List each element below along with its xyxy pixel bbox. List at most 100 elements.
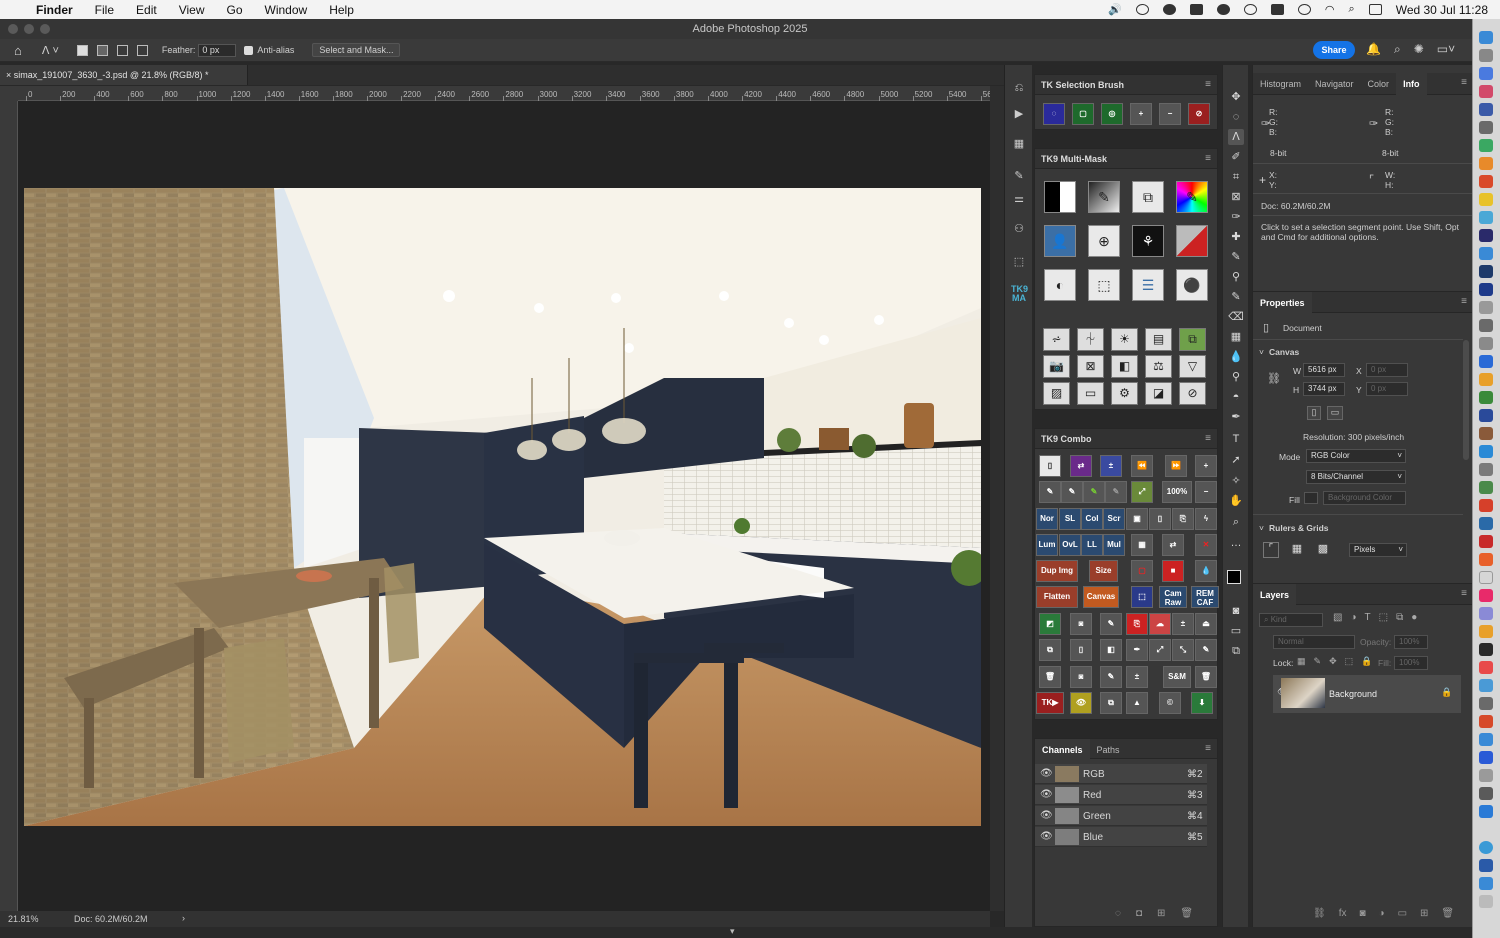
mask-brightness-button[interactable]: ☀ (1111, 328, 1138, 351)
mode-select[interactable]: RGB Color ˅ (1306, 449, 1406, 463)
app-dock-icon-19[interactable] (1479, 535, 1493, 548)
tk-subtract-selection-button[interactable]: − (1159, 103, 1181, 125)
menu-help[interactable]: Help (329, 3, 354, 17)
combo-plusminus2-button[interactable]: ± (1172, 613, 1194, 635)
mask-spheres-button[interactable]: ⚫ (1176, 269, 1208, 301)
combo-adjust-button[interactable]: ▣ (1126, 508, 1148, 530)
new-layer-icon[interactable]: ⊞ (1420, 908, 1428, 919)
menu-file[interactable]: File (95, 3, 114, 17)
delete-layer-icon[interactable]: 🗑 (1441, 908, 1454, 919)
document-tab[interactable]: × simax_191007_3630_-3.psd @ 21.8% (RGB/… (0, 65, 248, 85)
combo-expand2-button[interactable]: ⤢ (1149, 639, 1171, 661)
app-dock-icon-26[interactable] (1479, 661, 1493, 674)
combo-delete-button[interactable]: ✕ (1195, 534, 1217, 556)
mask-person-button[interactable]: 👤 (1044, 225, 1076, 257)
combo-flatten-button[interactable]: Flatten (1036, 586, 1078, 608)
app-dock-icon-23[interactable] (1479, 607, 1493, 620)
canvas-scrollbar[interactable] (990, 86, 1004, 911)
combo-canvas-button[interactable]: Canvas (1083, 586, 1119, 608)
tab-properties[interactable]: Properties (1253, 292, 1312, 314)
rulers-chevron-icon[interactable]: ˅ (1259, 523, 1264, 533)
intersect-selection-icon[interactable] (136, 44, 148, 56)
canvas-x-input[interactable]: 0 px (1366, 363, 1408, 377)
app-dock-icon-9[interactable] (1479, 355, 1493, 368)
app-dock-icon-20[interactable] (1479, 553, 1493, 566)
portrait-orientation-icon[interactable]: ▯ (1307, 406, 1321, 420)
mask-color-button[interactable]: ✎ (1176, 181, 1208, 213)
combo-brush-green-button[interactable]: ✎ (1083, 481, 1105, 503)
mask-frame-button[interactable]: ⊠ (1077, 355, 1104, 378)
channel-row[interactable]: 👁 RGB ⌘2 (1035, 764, 1207, 784)
layer-style-icon[interactable]: fx (1339, 908, 1347, 919)
lock-position-icon[interactable]: ✥ (1329, 656, 1337, 667)
messages-dock-icon[interactable] (1479, 139, 1493, 152)
close-tab-icon[interactable]: × (6, 70, 11, 80)
combo-swap-button[interactable]: ⇄ (1070, 455, 1092, 477)
filter-smart-icon[interactable]: ⧉ (1396, 612, 1403, 623)
combo-cam-raw-button[interactable]: Cam Raw (1159, 586, 1187, 608)
mask-balance-button[interactable]: ⚖ (1145, 355, 1172, 378)
app-dock-icon-4[interactable] (1479, 229, 1493, 242)
blur-tool-icon[interactable]: 💧 (1228, 349, 1244, 365)
app-dock-icon-21[interactable] (1479, 571, 1493, 584)
canvas-y-input[interactable]: 0 px (1366, 382, 1408, 396)
visibility-eye-icon[interactable]: 👁 (1040, 789, 1053, 800)
lock-artboard-icon[interactable]: ⬚ (1345, 656, 1354, 667)
mask-tulip-button[interactable]: ⚘ (1132, 225, 1164, 257)
combo-minus-button[interactable]: − (1195, 481, 1217, 503)
combo-triangle-button[interactable]: ▲ (1126, 692, 1148, 714)
save-selection-icon[interactable]: ◘ (1136, 908, 1142, 919)
combo-arrows-button[interactable]: ⇄ (1162, 534, 1184, 556)
antialias-checkbox[interactable] (244, 45, 254, 55)
grid-toggle-icon[interactable]: ▦ (1289, 542, 1305, 558)
landscape-orientation-icon[interactable]: ▭ (1327, 406, 1343, 420)
app-dock-icon-1[interactable] (1479, 121, 1493, 134)
combo-rem-caf-button[interactable]: REM CAF (1191, 586, 1219, 608)
tab-histogram[interactable]: Histogram (1253, 73, 1308, 95)
filter-shape-icon[interactable]: ⬚ (1379, 612, 1388, 623)
lightroom-dock-icon[interactable] (1479, 265, 1493, 278)
combo-trash2-button[interactable]: 🗑 (1195, 666, 1217, 688)
panel-menu-icon[interactable]: ≡ (1205, 739, 1211, 759)
app-dock-icon-16[interactable] (1479, 481, 1493, 494)
mask-split-button[interactable] (1176, 225, 1208, 257)
combo-softlight-button[interactable]: SL (1059, 508, 1081, 530)
window-minimize-button[interactable] (24, 24, 34, 34)
lock-pixels-icon[interactable]: ✎ (1314, 656, 1322, 667)
app-dock-icon-5[interactable] (1479, 247, 1493, 260)
ruler-toggle-icon[interactable]: ⌜ (1263, 542, 1279, 558)
combo-rewind-button[interactable]: ⏪ (1131, 455, 1153, 477)
app-dock-icon-15[interactable] (1479, 463, 1493, 476)
combo-size-button[interactable]: Size (1089, 560, 1118, 582)
shape-tool-icon[interactable]: ✧ (1228, 473, 1244, 489)
app-dock-icon-22[interactable] (1479, 589, 1493, 602)
tab-layers[interactable]: Layers (1253, 584, 1297, 606)
eraser-tool-icon[interactable]: ⌫ (1228, 309, 1244, 325)
app-dock-icon-29[interactable] (1479, 715, 1493, 728)
mail-dock-icon[interactable] (1479, 103, 1493, 116)
menubar-app-icon[interactable] (1189, 4, 1203, 15)
app-dock-icon-3[interactable] (1479, 211, 1493, 224)
move-tool-icon[interactable]: ✥ (1228, 89, 1244, 105)
history-icon[interactable]: ⎌ (1011, 82, 1027, 96)
volume-icon[interactable]: 🔊 (1108, 3, 1122, 16)
app-dock-icon-2[interactable] (1479, 157, 1493, 170)
menu-go[interactable]: Go (227, 3, 243, 17)
add-to-selection-icon[interactable] (96, 44, 108, 56)
app-dock-icon-17[interactable] (1479, 499, 1493, 512)
doc-size-info[interactable]: Doc: 60.2M/60.2M (74, 914, 148, 924)
styles-icon[interactable]: ⚇ (1011, 222, 1027, 236)
combo-shrink2-button[interactable]: ⤡ (1172, 639, 1194, 661)
tk-add-selection-button[interactable]: + (1130, 103, 1152, 125)
marquee-tool-icon[interactable]: ◌ (1228, 109, 1244, 125)
brush-settings-icon[interactable]: ✎ (1011, 169, 1027, 183)
channel-row[interactable]: 👁 Blue ⌘5 (1035, 827, 1207, 847)
app-dock-icon-35[interactable] (1479, 841, 1493, 854)
lasso-tool-preset-icon[interactable]: ᐱ ˅ (42, 44, 59, 57)
combo-color-button[interactable]: Col (1081, 508, 1103, 530)
combo-stack-button[interactable]: ⧉ (1100, 692, 1122, 714)
tk-feather-select-button[interactable]: ◎ (1101, 103, 1123, 125)
combo-frame-red-button[interactable]: ▢ (1131, 560, 1153, 582)
combo-green1-button[interactable]: ◩ (1039, 613, 1061, 635)
combo-pin-button[interactable]: ⏏ (1195, 613, 1217, 635)
